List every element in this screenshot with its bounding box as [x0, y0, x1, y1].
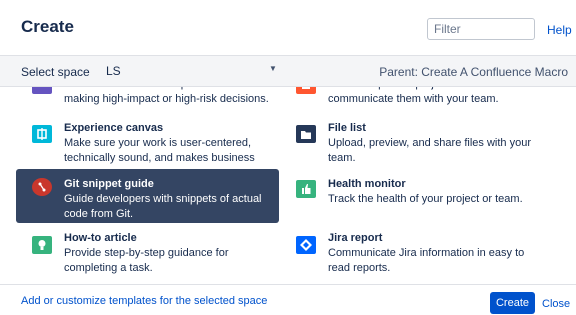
- template-description: Upload, preview, and share files with yo…: [328, 137, 531, 164]
- template-item[interactable]: Record important project decisions and c…: [280, 87, 543, 116]
- template-item[interactable]: Experience canvas Make sure your work is…: [16, 117, 279, 179]
- template-description: Communicate Jira information in easy to …: [328, 247, 525, 274]
- space-select[interactable]: LS ▼: [99, 60, 282, 81]
- template-item[interactable]: How-to article Provide step-by-step guid…: [16, 227, 279, 277]
- filter-input[interactable]: [427, 18, 535, 40]
- dialog-title: Create: [21, 17, 74, 36]
- create-button[interactable]: Create: [490, 292, 535, 314]
- template-description: Define the roles and responsibilities fo…: [64, 87, 269, 105]
- template-description: Provide step-by-step guidance for comple…: [64, 247, 229, 274]
- chevron-down-icon: ▼: [269, 64, 277, 73]
- folder-icon: [296, 125, 316, 143]
- jira-icon: [296, 236, 316, 254]
- template-name: How-to article: [64, 232, 137, 244]
- dialog-header: Create Help: [0, 0, 576, 56]
- template-name: Git snippet guide: [64, 178, 154, 190]
- template-name: File list: [328, 122, 366, 134]
- template-item[interactable]: Define the roles and responsibilities fo…: [16, 87, 279, 116]
- customize-templates-link[interactable]: Add or customize templates for the selec…: [21, 295, 267, 307]
- template-description: Record important project decisions and c…: [328, 87, 519, 105]
- template-item[interactable]: File list Upload, preview, and share fil…: [280, 117, 543, 167]
- template-name: Jira report: [328, 232, 383, 244]
- canvas-icon: [32, 125, 52, 143]
- parent-page-label: Parent: Create A Confluence Macro: [379, 65, 568, 79]
- help-link[interactable]: Help: [547, 23, 572, 37]
- thumbs-up-icon: [296, 180, 316, 198]
- template-name: Experience canvas: [64, 122, 164, 134]
- people-icon: [32, 87, 52, 94]
- space-selector-row: Select space LS ▼ Parent: Create A Confl…: [0, 56, 576, 87]
- template-name: Health monitor: [328, 178, 406, 190]
- dialog-footer: Add or customize templates for the selec…: [0, 284, 576, 315]
- template-list[interactable]: Define the roles and responsibilities fo…: [0, 87, 576, 284]
- template-item[interactable]: Health monitor Track the health of your …: [280, 169, 543, 223]
- select-space-label: Select space: [21, 65, 90, 79]
- space-select-value: LS: [106, 64, 121, 78]
- template-item[interactable]: Jira report Communicate Jira information…: [280, 227, 543, 277]
- decision-icon: [296, 87, 316, 94]
- lightbulb-icon: [32, 236, 52, 254]
- template-item-selected[interactable]: Git snippet guide Guide developers with …: [16, 169, 279, 223]
- template-description: Track the health of your project or team…: [328, 193, 523, 205]
- close-button[interactable]: Close: [542, 298, 570, 310]
- template-description: Guide developers with snippets of actual…: [64, 193, 262, 220]
- git-icon: [32, 178, 52, 196]
